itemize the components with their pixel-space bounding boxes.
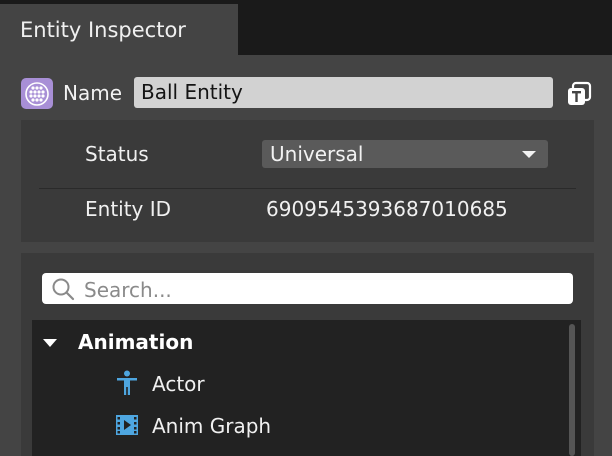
component-label: Anim Graph bbox=[152, 414, 272, 438]
entity-name-input[interactable] bbox=[134, 77, 553, 108]
search-input[interactable] bbox=[82, 273, 566, 306]
actor-icon bbox=[117, 370, 137, 395]
category-animation[interactable]: Animation bbox=[32, 324, 562, 360]
search-box[interactable] bbox=[42, 273, 573, 306]
component-item-anim-graph[interactable]: Anim Graph bbox=[32, 408, 562, 444]
tab-title: Entity Inspector bbox=[20, 17, 186, 42]
entity-id-label: Entity ID bbox=[85, 197, 172, 221]
name-row: Name bbox=[0, 75, 612, 111]
scrollbar[interactable] bbox=[569, 324, 575, 456]
chevron-down-icon bbox=[522, 151, 536, 158]
inspector-panel: Name Status Universal Entity ID 69095453… bbox=[0, 55, 612, 456]
component-label: Actor bbox=[152, 372, 205, 396]
divider bbox=[39, 188, 576, 189]
pin-icon[interactable] bbox=[565, 80, 593, 108]
tab-entity-inspector[interactable]: Entity Inspector bbox=[0, 4, 238, 55]
entity-properties: Status Universal Entity ID 6909545393687… bbox=[21, 120, 594, 242]
tab-bar: Entity Inspector bbox=[0, 0, 612, 55]
status-value: Universal bbox=[270, 142, 364, 166]
search-icon bbox=[52, 278, 75, 301]
entity-icon bbox=[21, 78, 53, 109]
component-palette: Animation Actor bbox=[21, 253, 594, 456]
anim-graph-icon bbox=[116, 415, 138, 435]
status-dropdown[interactable]: Universal bbox=[262, 140, 548, 168]
status-label: Status bbox=[85, 142, 149, 166]
name-label: Name bbox=[63, 81, 123, 105]
component-tree: Animation Actor Anim Graph bbox=[32, 320, 581, 456]
entity-id-value: 6909545393687010685 bbox=[266, 197, 508, 221]
caret-down-icon[interactable] bbox=[43, 339, 57, 347]
category-label: Animation bbox=[78, 330, 194, 354]
component-item-actor[interactable]: Actor bbox=[32, 366, 562, 402]
